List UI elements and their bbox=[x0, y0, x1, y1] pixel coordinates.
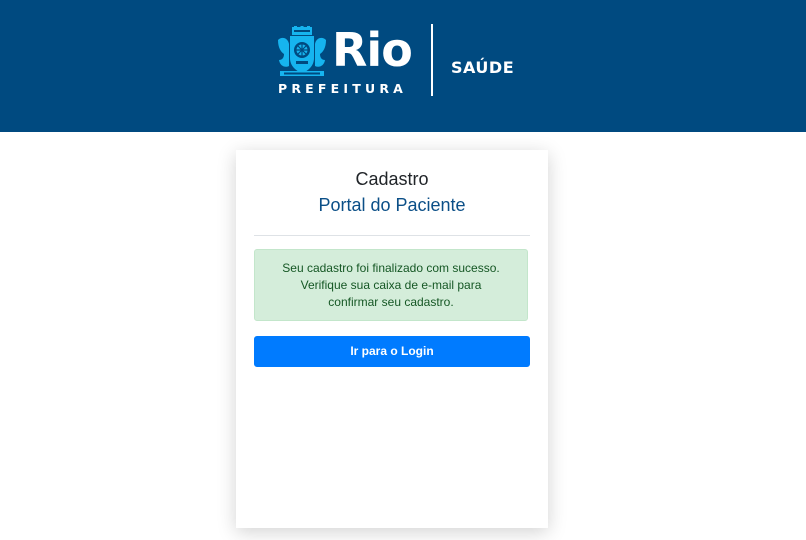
registration-card: Cadastro Portal do Paciente Seu cadastro… bbox=[236, 150, 548, 528]
card-subtitle: Portal do Paciente bbox=[318, 195, 466, 215]
alert-line-2: Verifique sua caixa de e-mail para bbox=[300, 278, 482, 292]
card-divider bbox=[254, 235, 530, 236]
alert-line-1: Seu cadastro foi finalizado com sucesso. bbox=[282, 261, 500, 275]
city-coat-of-arms-icon bbox=[278, 26, 326, 76]
brand-subtitle: PREFEITURA bbox=[278, 81, 408, 96]
alert-line-3: confirmar seu cadastro. bbox=[328, 295, 454, 309]
top-header: Rio PREFEITURA SAÚDE bbox=[0, 0, 806, 132]
logo-divider bbox=[431, 24, 433, 96]
prefeitura-rio-saude-logo[interactable]: Rio PREFEITURA SAÚDE bbox=[276, 23, 516, 100]
success-alert: Seu cadastro foi finalizado com sucesso.… bbox=[254, 249, 528, 321]
section-name: SAÚDE bbox=[451, 58, 515, 77]
card-title: Cadastro bbox=[355, 169, 429, 189]
go-to-login-button[interactable]: Ir para o Login bbox=[254, 336, 530, 367]
brand-name: Rio bbox=[332, 23, 413, 77]
